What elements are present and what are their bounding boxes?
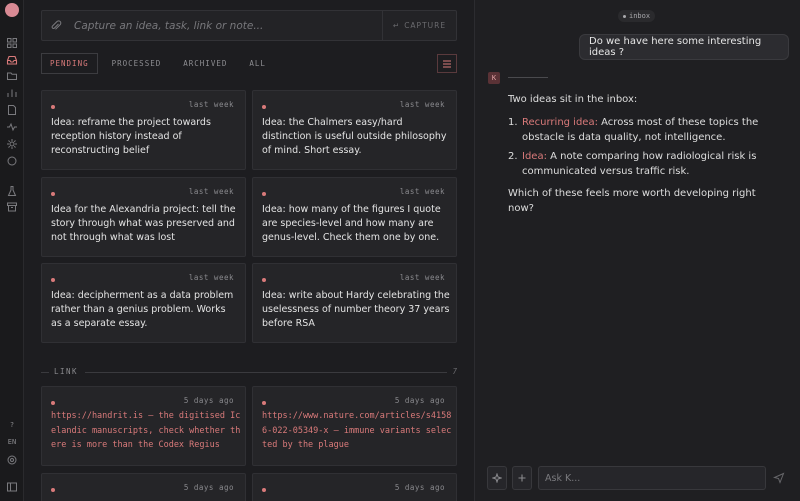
inbox-icon[interactable] — [6, 54, 18, 66]
item-label: Idea: — [522, 150, 547, 162]
pulse-icon[interactable] — [6, 121, 18, 133]
card-link-text: https://www.nature.com/articles/s41586-0… — [262, 411, 452, 450]
tab-pending[interactable]: PENDING — [41, 53, 98, 74]
archive-icon[interactable] — [6, 201, 18, 213]
card-text: Idea: write about Hardy celebrating the … — [262, 290, 450, 329]
sparkle-icon — [492, 473, 502, 483]
tab-archived[interactable]: ARCHIVED — [175, 53, 235, 74]
reply-item: 1. Recurring idea: Across most of these … — [508, 115, 768, 146]
avatar[interactable] — [5, 3, 19, 17]
assistant-avatar: K — [488, 72, 500, 84]
flask-icon[interactable] — [6, 185, 18, 197]
status-dot — [51, 278, 55, 282]
ask-input[interactable] — [545, 470, 755, 487]
link-card[interactable]: 5 days ago https://handrit.is — the digi… — [41, 386, 246, 466]
capture-input[interactable] — [74, 17, 374, 35]
list-icon — [443, 60, 451, 67]
capture-button-label: CAPTURE — [404, 21, 447, 30]
card-time: last week — [188, 187, 234, 196]
reply-item: 2. Idea: A note comparing how radiologic… — [508, 149, 768, 180]
list-view-button[interactable] — [437, 54, 457, 73]
chat-panel: inbox Do we have here some interesting i… — [474, 0, 800, 501]
idea-card[interactable]: last week Idea: decipherment as a data p… — [41, 263, 246, 343]
theme-icon[interactable] — [6, 454, 18, 466]
status-dot — [51, 401, 55, 405]
card-link-text: https://handrit.is — the digitised Icela… — [51, 411, 241, 450]
idea-card[interactable]: last week Idea: the Chalmers easy/hard d… — [252, 90, 457, 170]
status-dot — [262, 401, 266, 405]
status-dot — [262, 105, 266, 109]
card-text: Idea: reframe the project towards recept… — [51, 117, 211, 156]
section-header-link: LINK 7 — [41, 366, 457, 378]
idea-card[interactable]: last week Idea for the Alexandria projec… — [41, 177, 246, 257]
chart-icon[interactable] — [6, 87, 18, 99]
assistant-reply: Two ideas sit in the inbox: 1. Recurring… — [508, 92, 768, 224]
card-time: last week — [188, 100, 234, 109]
document-icon[interactable] — [6, 104, 18, 116]
card-time: 5 days ago — [394, 483, 445, 492]
card-text: Idea: decipherment as a data problem rat… — [51, 290, 234, 329]
item-number: 1. — [508, 116, 518, 128]
card-time: 5 days ago — [394, 396, 445, 405]
left-rail: ? EN — [0, 0, 24, 501]
idea-card[interactable]: last week Idea: how many of the figures … — [252, 177, 457, 257]
reply-outro: Which of these feels more worth developi… — [508, 187, 756, 215]
status-dot — [262, 278, 266, 282]
ask-field — [538, 466, 766, 490]
idea-card[interactable]: last week Idea: reframe the project towa… — [41, 90, 246, 170]
reply-list: 1. Recurring idea: Across most of these … — [508, 115, 768, 180]
inbox-column: ↵ CAPTURE PENDING PROCESSED ARCHIVED ALL… — [24, 0, 474, 501]
circle-icon[interactable] — [6, 155, 18, 167]
status-dot — [51, 488, 55, 492]
divider — [508, 77, 548, 78]
card-time: last week — [399, 100, 445, 109]
tools-button[interactable] — [487, 466, 507, 490]
status-dot — [51, 192, 55, 196]
section-label: LINK — [54, 367, 79, 376]
sidebar-toggle-icon[interactable] — [6, 481, 18, 493]
plus-icon — [518, 474, 526, 482]
section-count: 7 — [452, 367, 457, 376]
reply-intro: Two ideas sit in the inbox: — [508, 94, 638, 105]
grid-icon[interactable] — [6, 37, 18, 49]
filter-tabs: PENDING PROCESSED ARCHIVED ALL — [41, 53, 280, 74]
link-card[interactable]: 5 days ago — [252, 473, 457, 501]
card-text: Idea: how many of the figures I quote ar… — [262, 204, 441, 243]
tab-processed[interactable]: PROCESSED — [104, 53, 170, 74]
badge-dot — [623, 14, 626, 18]
enter-icon: ↵ — [392, 21, 401, 30]
send-icon[interactable] — [773, 472, 785, 484]
status-dot — [262, 192, 266, 196]
user-message: Do we have here some interesting ideas ? — [579, 34, 789, 60]
language-selector[interactable]: EN — [0, 438, 24, 446]
capture-bar: ↵ CAPTURE — [41, 10, 457, 41]
paperclip-icon[interactable] — [50, 20, 62, 32]
link-card[interactable]: 5 days ago https://www.nature.com/articl… — [252, 386, 457, 466]
card-text: Idea: the Chalmers easy/hard distinction… — [262, 117, 447, 156]
divider — [85, 372, 447, 373]
tab-all[interactable]: ALL — [241, 53, 274, 74]
item-label: Recurring idea: — [522, 116, 598, 128]
divider — [41, 372, 49, 373]
folder-icon[interactable] — [6, 70, 18, 82]
card-time: 5 days ago — [183, 483, 234, 492]
card-text: Idea for the Alexandria project: tell th… — [51, 204, 236, 243]
item-number: 2. — [508, 150, 518, 162]
context-badge[interactable]: inbox — [618, 10, 656, 22]
card-time: last week — [399, 273, 445, 282]
card-time: last week — [399, 187, 445, 196]
card-time: 5 days ago — [183, 396, 234, 405]
add-button[interactable] — [512, 466, 532, 490]
badge-label: inbox — [629, 12, 651, 20]
help-link[interactable]: ? — [0, 421, 24, 429]
settings-icon[interactable] — [6, 138, 18, 150]
capture-button[interactable]: ↵ CAPTURE — [382, 11, 456, 40]
idea-card[interactable]: last week Idea: write about Hardy celebr… — [252, 263, 457, 343]
item-text: A note comparing how radiological risk i… — [522, 150, 757, 178]
link-card[interactable]: 5 days ago — [41, 473, 246, 501]
status-dot — [262, 488, 266, 492]
status-dot — [51, 105, 55, 109]
card-time: last week — [188, 273, 234, 282]
